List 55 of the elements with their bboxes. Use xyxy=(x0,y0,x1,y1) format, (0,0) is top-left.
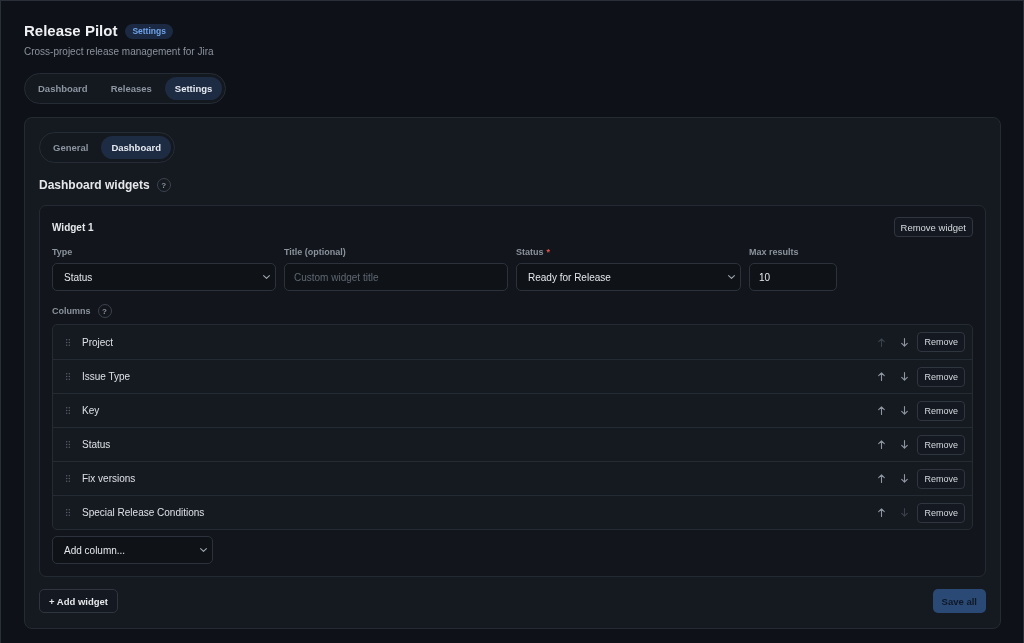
chevron-down-icon xyxy=(728,275,735,279)
tab[interactable]: Dashboard xyxy=(28,77,98,100)
field-label: Type xyxy=(52,246,73,258)
field-label: Max results xyxy=(749,246,799,258)
tab[interactable]: Settings xyxy=(164,77,223,100)
remove-button[interactable]: Remove xyxy=(917,400,965,421)
column-name: Fix versions xyxy=(82,473,136,484)
column-name: Status xyxy=(82,439,111,450)
arrow-down-icon xyxy=(901,337,908,347)
remove-widget-button[interactable]: Remove widget xyxy=(893,217,973,237)
grip-dots-icon xyxy=(66,441,70,448)
add-widget-button[interactable]: + Add widget xyxy=(39,589,119,613)
chevron-down-icon xyxy=(200,548,207,552)
grip-dots-icon xyxy=(66,407,70,414)
app-subtitle: Cross-project release management for Jira xyxy=(24,45,214,59)
arrow-up-icon xyxy=(878,337,885,347)
column-name: Special Release Conditions xyxy=(82,507,205,518)
arrow-up-icon xyxy=(878,406,885,415)
field-label: Title (optional) xyxy=(284,246,346,258)
chevron-down-icon xyxy=(263,275,270,279)
grip-dots-icon xyxy=(66,338,70,346)
text-field[interactable]: Custom widget title xyxy=(284,263,508,291)
tab[interactable]: Releases xyxy=(100,77,162,100)
dropdown[interactable]: Status xyxy=(52,263,276,291)
grip-dots-icon xyxy=(66,475,70,482)
dropdown[interactable]: Ready for Release xyxy=(516,263,741,291)
remove-button[interactable]: Remove xyxy=(917,468,965,489)
arrow-up-icon xyxy=(878,372,885,381)
column-name: Key xyxy=(82,405,100,416)
remove-button[interactable]: Remove xyxy=(917,366,965,387)
remove-button[interactable]: Remove xyxy=(917,332,965,352)
arrow-down-icon xyxy=(901,440,908,449)
arrow-up-icon xyxy=(878,508,885,517)
tab[interactable]: Dashboard xyxy=(101,136,171,159)
arrow-up-icon xyxy=(878,440,885,449)
arrow-down-icon xyxy=(901,508,908,517)
app-title: Release Pilot xyxy=(24,21,118,41)
section-badge: Settings xyxy=(125,23,173,39)
tab[interactable]: General xyxy=(43,136,99,159)
add-column-dropdown[interactable]: Add column... xyxy=(52,536,213,564)
grip-dots-icon xyxy=(66,373,70,380)
arrow-down-icon xyxy=(901,372,908,381)
columns-label: Columns xyxy=(52,306,91,316)
arrow-down-icon xyxy=(901,474,908,483)
widget-title: Widget 1 xyxy=(52,221,94,233)
field-label: Status * xyxy=(516,246,551,258)
column-name: Issue Type xyxy=(82,371,131,382)
column-name: Project xyxy=(82,336,114,348)
grip-dots-icon xyxy=(66,509,70,516)
arrow-down-icon xyxy=(901,406,908,415)
section-heading: Dashboard widgets xyxy=(39,178,150,192)
arrow-up-icon xyxy=(878,474,885,483)
text-field[interactable]: 10 xyxy=(749,263,837,291)
remove-button[interactable]: Remove xyxy=(917,434,965,455)
remove-button[interactable]: Remove xyxy=(917,502,965,523)
